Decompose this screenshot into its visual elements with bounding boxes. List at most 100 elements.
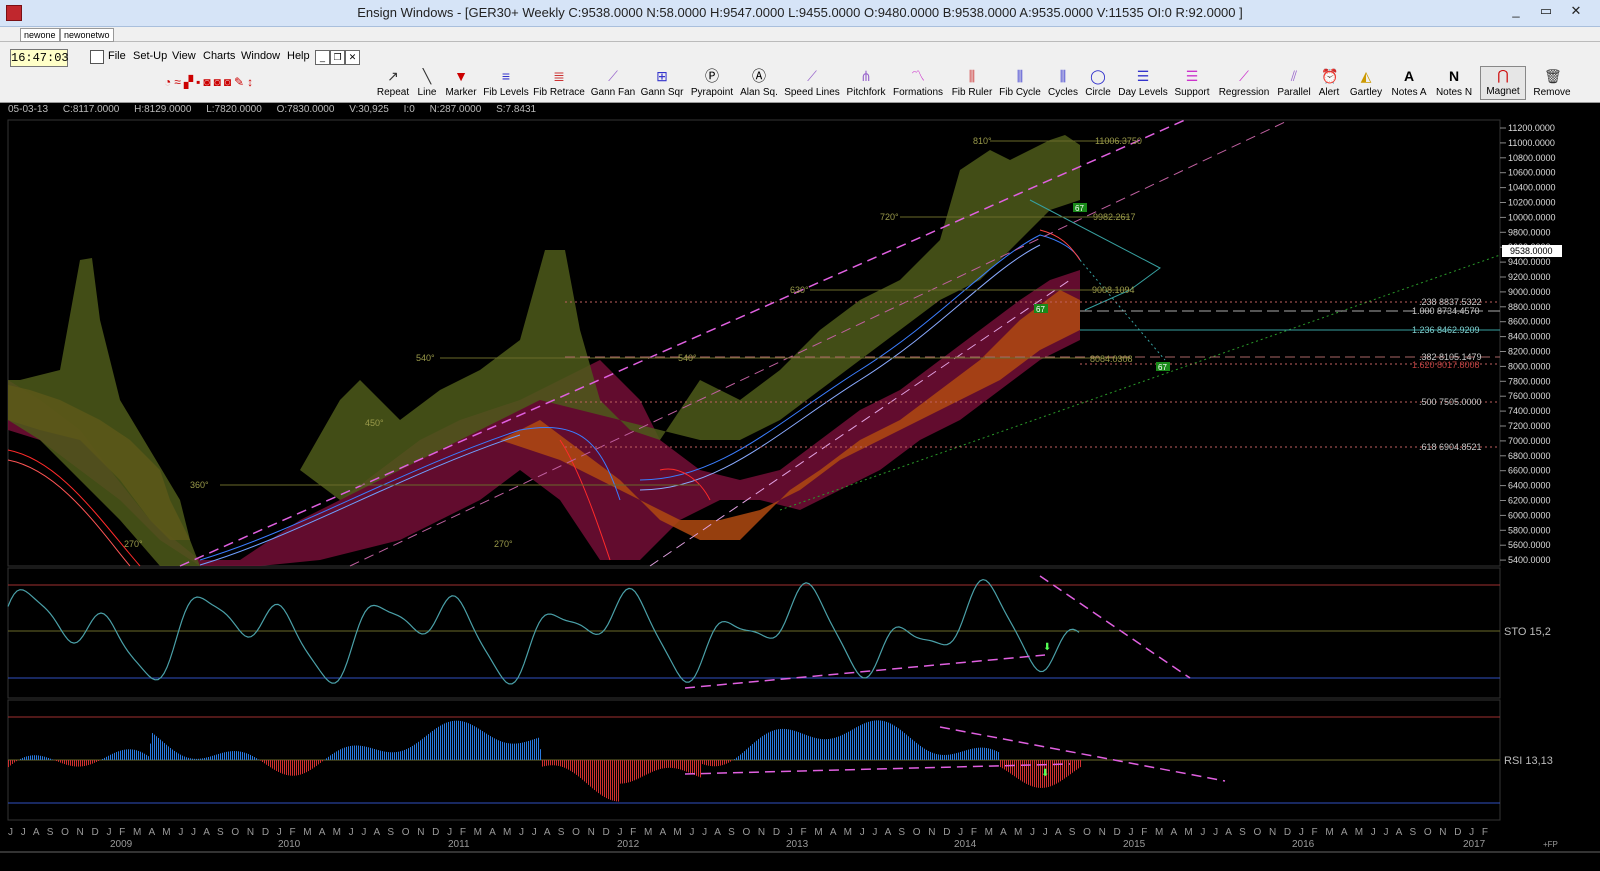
tool-support[interactable]: ☰ Support	[1172, 68, 1212, 100]
tool-magnet[interactable]: ⋂ Magnet	[1480, 66, 1526, 100]
tool-notes-n[interactable]: N Notes N	[1434, 68, 1474, 100]
rsi-bar	[710, 760, 711, 767]
tool-notes-a[interactable]: A Notes A	[1389, 68, 1429, 100]
rsi-bar	[680, 760, 681, 770]
rsi-bar	[466, 722, 467, 760]
rsi-bar	[562, 760, 563, 767]
rsi-bar	[812, 737, 813, 760]
rsi-bar	[808, 735, 809, 760]
year-label: 2013	[786, 839, 809, 850]
rsi-bar	[832, 738, 833, 760]
maximize-button[interactable]: ▭	[1532, 3, 1560, 19]
tool-fib-retrace[interactable]: ≣ Fib Retrace	[533, 68, 585, 100]
rsi-bar	[700, 760, 701, 778]
menu-view[interactable]: View	[172, 50, 196, 62]
fib-label-1620: 1.620 8017.8008	[1412, 360, 1480, 370]
rsi-bar	[82, 760, 83, 767]
rsi-bar	[386, 751, 387, 760]
tool-gann-fan[interactable]: ⟋ Gann Fan	[590, 68, 636, 100]
rsi-bar	[418, 741, 419, 760]
tool-fib-ruler[interactable]: ⫼ Fib Ruler	[950, 68, 994, 100]
gann-label-810: 810°	[973, 136, 992, 146]
menu-window[interactable]: Window	[241, 50, 280, 62]
marker-icon: ▼	[454, 68, 468, 84]
rsi-bar	[516, 743, 517, 760]
rsi-bar	[1070, 760, 1071, 775]
minimize-button[interactable]: _	[1502, 3, 1530, 18]
rsi-bar	[766, 733, 767, 760]
tool-cycles[interactable]: ⫼ Cycles	[1046, 68, 1080, 100]
gann-fan-icon: ⟋	[608, 68, 618, 84]
tab-newone[interactable]: newone	[20, 28, 60, 42]
rsi-bar	[974, 748, 975, 760]
quick-tool-icons[interactable]: ◔≈▞▪◙◙◙✎↕	[164, 75, 256, 89]
close-button[interactable]: ✕	[1562, 3, 1590, 19]
rsi-bar	[942, 754, 943, 760]
circle-icon: ◯	[1090, 68, 1106, 84]
rsi-bar	[606, 760, 607, 799]
price-tick-label: 8000.0000	[1508, 361, 1551, 371]
tool-gann-sqr[interactable]: ⊞ Gann Sqr	[640, 68, 684, 100]
rsi-bar	[636, 760, 637, 780]
tool-regression[interactable]: ⟋ Regression	[1216, 68, 1272, 100]
rsi-bar	[754, 742, 755, 760]
doc-icon[interactable]	[90, 50, 104, 64]
tool-parallel[interactable]: ⫽ Parallel	[1276, 68, 1312, 100]
tool-remove[interactable]: 🗑 Remove	[1530, 68, 1574, 100]
price-tick-label: 6600.0000	[1508, 466, 1551, 476]
rsi-bar	[128, 749, 129, 760]
rsi-bar	[312, 760, 313, 769]
price-chart[interactable]: .238 8837.5322 1.000 8734.4570 1.236 846…	[0, 118, 1600, 871]
rsi-bar	[678, 760, 679, 769]
tool-fib-cycle[interactable]: ⫼ Fib Cycle	[998, 68, 1042, 100]
child-minimize-icon[interactable]: _	[315, 50, 330, 65]
child-close-icon[interactable]: ✕	[345, 50, 360, 65]
menu-charts[interactable]: Charts	[203, 50, 235, 62]
rsi-bar	[114, 752, 115, 760]
rsi-bar	[228, 751, 229, 760]
tool-repeat[interactable]: ↗ Repeat	[376, 68, 410, 100]
rsi-bar	[608, 760, 609, 800]
rsi-bar	[328, 756, 329, 760]
rsi-bar	[860, 725, 861, 760]
tool-marker[interactable]: ▼ Marker	[443, 68, 479, 100]
price-tick-label: 9800.0000	[1508, 227, 1551, 237]
rsi-bar	[248, 754, 249, 760]
rsi-bar	[378, 750, 379, 760]
tool-formations[interactable]: 〽 Formations	[892, 68, 944, 100]
tool-alan-sq[interactable]: Ⓐ Alan Sq.	[739, 68, 779, 100]
menu-file[interactable]: File	[108, 50, 126, 62]
svg-text:67: 67	[1158, 363, 1167, 372]
rsi-bar	[856, 727, 857, 760]
tool-circle[interactable]: ◯ Circle	[1083, 68, 1113, 100]
rsi-bar	[950, 754, 951, 760]
tool-alert[interactable]: ⏰ Alert	[1315, 68, 1343, 100]
rsi-bar	[734, 759, 735, 760]
rsi-bar	[522, 742, 523, 760]
rsi-bar	[890, 723, 891, 760]
tool-pyrapoint[interactable]: Ⓟ Pyrapoint	[689, 68, 735, 100]
level-label-9982: 9982.2617	[1093, 212, 1136, 222]
tool-gartley[interactable]: ◭ Gartley	[1347, 68, 1385, 100]
rsi-bar	[790, 729, 791, 760]
price-tick-label: 8800.0000	[1508, 302, 1551, 312]
child-restore-icon[interactable]: ❐	[330, 50, 345, 65]
year-label: 2015	[1123, 839, 1146, 850]
rsi-bar	[1026, 760, 1027, 784]
tab-newonetwo[interactable]: newonetwo	[60, 28, 114, 42]
menu-help[interactable]: Help	[287, 50, 310, 62]
rsi-bar	[460, 720, 461, 760]
support-icon: ☰	[1185, 68, 1199, 84]
menu-setup[interactable]: Set-Up	[133, 50, 167, 62]
tool-day-levels[interactable]: ☰ Day Levels	[1117, 68, 1169, 100]
tool-line[interactable]: ╲ Line	[414, 68, 440, 100]
rsi-bar	[36, 755, 37, 760]
rsi-bar	[968, 749, 969, 760]
rsi-bar	[888, 722, 889, 760]
tool-fib-levels[interactable]: ≡ Fib Levels	[483, 68, 529, 100]
rsi-bar	[780, 728, 781, 760]
rsi-bar	[964, 750, 965, 760]
rsi-bar	[1068, 760, 1069, 776]
tool-speed-lines[interactable]: ⟋ Speed Lines	[784, 68, 840, 100]
tool-pitchfork[interactable]: ⋔ Pitchfork	[844, 68, 888, 100]
